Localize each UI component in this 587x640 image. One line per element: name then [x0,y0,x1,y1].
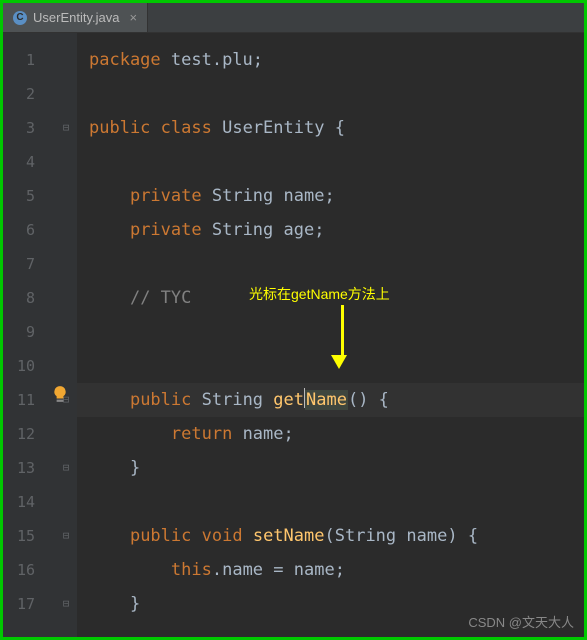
comment: // TYC [130,288,191,308]
semicolon: ; [314,220,324,240]
line-gutter: 1 2 3 4 5 6 7 8 9 10 11 12 13 14 15 16 1… [3,33,55,637]
semicolon: ; [335,560,345,580]
line-number: 14 [15,485,35,519]
method-name: Name [305,390,348,410]
editor-body: 1 2 3 4 5 6 7 8 9 10 11 12 13 14 15 16 1… [3,33,584,637]
annotation-text: 光标在getName方法上 [249,277,390,311]
semicolon: ; [324,186,334,206]
brace: { [324,118,344,138]
line-number: 3 [15,111,35,145]
keyword: private [130,220,202,240]
java-class-icon: C [13,11,27,25]
annotation-arrow-icon [337,305,347,369]
keyword: this [171,560,212,580]
line-number: 7 [15,247,35,281]
line-number: 10 [15,349,35,383]
dot: . [212,560,222,580]
keyword: public [89,118,150,138]
line-number: 16 [15,553,35,587]
line-number: 11 [15,383,35,417]
line-number: 6 [15,213,35,247]
keyword: return [171,424,232,444]
type: String [335,526,396,546]
code-text: ) { [447,526,478,546]
type: String [212,220,273,240]
keyword: class [161,118,212,138]
line-number: 8 [15,281,35,315]
line-number: 13 [15,451,35,485]
identifier: name [294,560,335,580]
watermark-text: CSDN @文天大人 [468,612,574,631]
keyword: public [130,390,191,410]
line-number: 15 [15,519,35,553]
line-number: 17 [15,587,35,621]
class-name: UserEntity [222,118,324,138]
paren: ( [324,526,334,546]
fold-toggle-icon[interactable]: ⊟ [55,111,77,145]
code-text: () { [348,390,389,410]
field-name: name [222,560,263,580]
line-number: 2 [15,77,35,111]
type: String [202,390,263,410]
line-number: 5 [15,179,35,213]
keyword: void [202,526,243,546]
method-name: get [273,390,304,410]
fold-toggle-icon[interactable]: ⊟ [55,587,77,621]
fold-toggle-icon[interactable]: ⊟ [55,451,77,485]
type: String [212,186,273,206]
keyword: private [130,186,202,206]
semicolon: ; [284,424,294,444]
tab-filename: UserEntity.java [33,10,119,25]
line-number: 1 [15,43,35,77]
fold-toggle-icon[interactable]: ⊟ [55,519,77,553]
brace: } [130,594,140,614]
fold-column: ⊟ ⊟ ⊟ ⊟ ⊟ [55,33,77,637]
identifier: name [243,424,284,444]
text-cursor [304,388,305,408]
close-icon[interactable]: × [129,10,137,25]
package-name: test.plu; [161,50,263,70]
brace: } [130,458,140,478]
line-number: 9 [15,315,35,349]
keyword: public [130,526,191,546]
keyword: package [89,50,161,70]
file-tab[interactable]: C UserEntity.java × [3,3,148,32]
line-number: 4 [15,145,35,179]
tab-bar: C UserEntity.java × [3,3,584,33]
code-editor[interactable]: package test.plu; public class UserEntit… [77,33,584,637]
intention-bulb-icon[interactable] [51,381,67,397]
param-name: name [396,526,447,546]
field-name: age [284,220,315,240]
method-name: setName [253,526,325,546]
code-text: = [263,560,294,580]
field-name: name [284,186,325,206]
line-number: 12 [15,417,35,451]
